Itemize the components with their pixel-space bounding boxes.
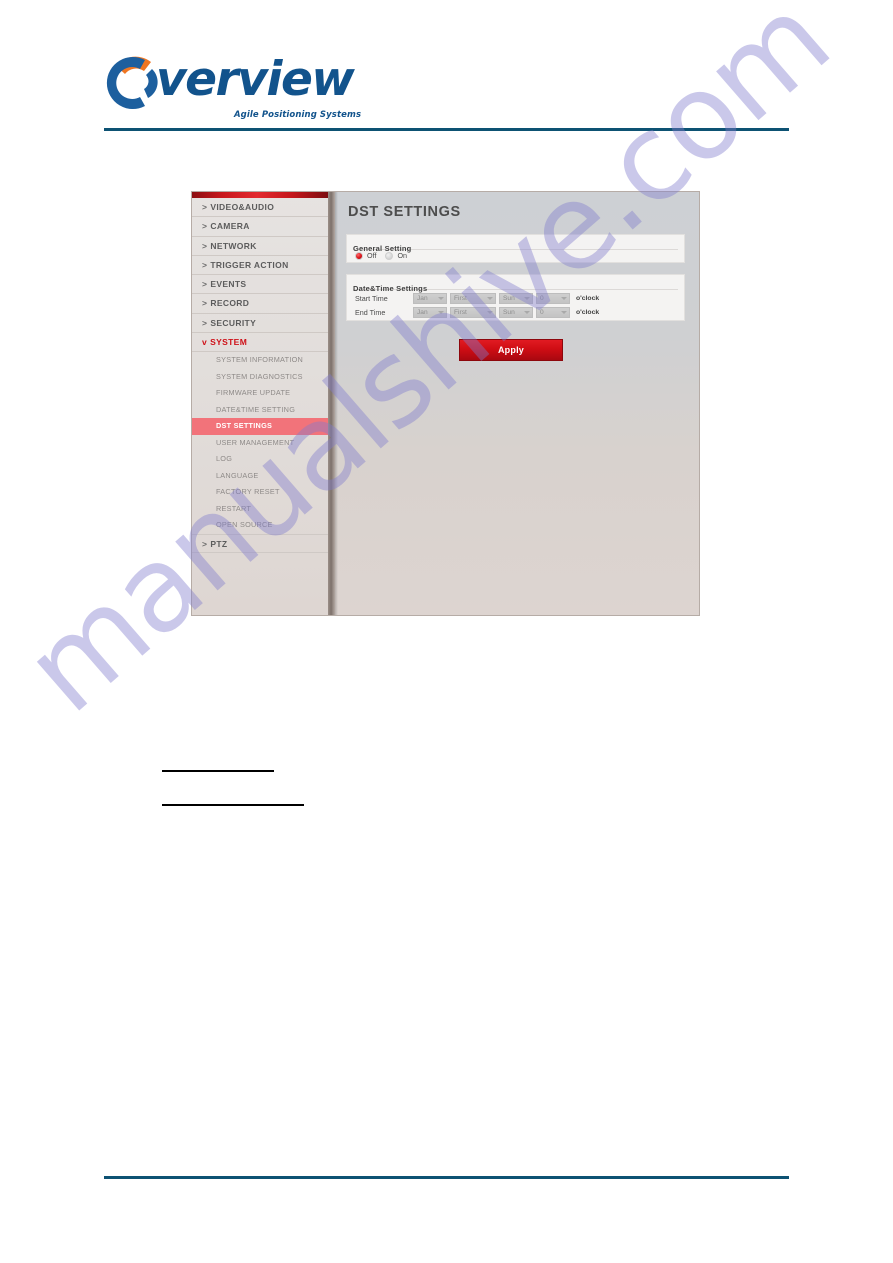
general-setting-header: General Setting xyxy=(353,238,678,253)
brand-tagline: Agile Positioning Systems xyxy=(234,110,362,120)
select-value: First xyxy=(454,294,467,302)
sidebar-item-label: EVENTS xyxy=(210,279,247,290)
end-time-week-select[interactable]: First xyxy=(450,306,496,318)
sidebar-subitem-firmware-update[interactable]: FIRMWARE UPDATE xyxy=(192,385,328,402)
sidebar-subitem-system-diagnostics[interactable]: SYSTEM DIAGNOSTICS xyxy=(192,369,328,386)
chevron-right-icon: > xyxy=(202,240,208,251)
sidebar-item-record[interactable]: > RECORD xyxy=(192,294,328,314)
sidebar-subitem-date-time-setting[interactable]: DATE&TIME SETTING xyxy=(192,402,328,419)
radio-unselected-icon xyxy=(385,251,394,260)
sidebar-item-security[interactable]: > SECURITY xyxy=(192,314,328,334)
sidebar-subitem-dst-settings[interactable]: DST SETTINGS xyxy=(192,418,328,435)
chevron-right-icon: > xyxy=(202,298,208,309)
sidebar-item-camera[interactable]: > CAMERA xyxy=(192,217,328,237)
dst-on-label: On xyxy=(397,251,408,260)
start-time-month-select[interactable]: Jan xyxy=(413,292,447,304)
chevron-down-icon xyxy=(561,297,567,300)
sidebar-subitem-log[interactable]: LOG xyxy=(192,451,328,468)
page-header: verview Agile Positioning Systems xyxy=(0,0,893,132)
sidebar-menu: > VIDEO&AUDIO > CAMERA > NETWORK > TRIGGER A… xyxy=(192,198,328,554)
chevron-right-icon: > xyxy=(202,202,208,212)
apply-button[interactable]: Apply xyxy=(459,339,563,361)
chevron-down-icon xyxy=(487,297,493,300)
sidebar-item-label: PTZ xyxy=(210,538,228,549)
select-value: Jan xyxy=(417,308,428,316)
end-time-month-select[interactable]: Jan xyxy=(413,306,447,318)
chevron-right-icon: > xyxy=(202,259,208,270)
sidebar-subitem-system-information[interactable]: SYSTEM INFORMATION xyxy=(192,352,328,369)
sidebar-divider xyxy=(328,192,335,615)
sidebar-item-network[interactable]: > NETWORK xyxy=(192,237,328,256)
general-setting-card: General Setting Off On xyxy=(346,234,685,263)
chevron-right-icon: > xyxy=(202,538,208,549)
sidebar-item-label: SECURITY xyxy=(210,317,257,328)
select-value: First xyxy=(454,308,467,316)
brand-wordmark: verview xyxy=(156,52,355,107)
sidebar-item-video-audio[interactable]: > VIDEO&AUDIO xyxy=(192,198,328,218)
chevron-right-icon: > xyxy=(202,279,208,290)
select-value: 0 xyxy=(540,308,544,316)
start-time-suffix: o'clock xyxy=(576,294,600,302)
sidebar-item-events[interactable]: > EVENTS xyxy=(192,275,328,295)
datetime-settings-header: Date&Time Settings xyxy=(353,278,678,293)
sidebar-item-label: VIDEO&AUDIO xyxy=(210,202,275,212)
end-time-day-select[interactable]: Sun xyxy=(499,306,533,318)
chevron-down-icon xyxy=(438,297,444,300)
sidebar-item-ptz[interactable]: > PTZ xyxy=(192,533,328,554)
radio-selected-icon xyxy=(355,251,363,260)
start-time-day-select[interactable]: Sun xyxy=(499,292,533,304)
end-time-label: End Time xyxy=(355,307,386,317)
end-time-suffix: o'clock xyxy=(576,308,600,316)
sidebar-item-label: SYSTEM xyxy=(210,337,248,348)
chevron-right-icon: > xyxy=(202,317,208,328)
brand-logo: verview Agile Positioning Systems xyxy=(104,52,364,124)
sidebar-item-label: RECORD xyxy=(210,298,250,309)
sidebar-subitem-factory-reset[interactable]: FACTORY RESET xyxy=(192,484,328,501)
end-time-row: End Time Jan First Sun 0 o'clock xyxy=(355,306,599,318)
end-time-hour-select[interactable]: 0 xyxy=(536,306,570,318)
header-rule xyxy=(104,128,789,131)
chevron-down-icon xyxy=(487,311,493,314)
redacted-line xyxy=(162,770,274,772)
dst-enable-radio-group: Off On xyxy=(355,251,407,260)
start-time-label: Start Time xyxy=(355,293,388,303)
document-page: verview Agile Positioning Systems > VIDEO… xyxy=(0,0,893,1263)
select-value: Sun xyxy=(503,294,515,302)
chevron-down-icon xyxy=(524,297,530,300)
start-time-hour-select[interactable]: 0 xyxy=(536,292,570,304)
chevron-down-icon: v xyxy=(202,337,208,348)
sidebar-subitem-restart[interactable]: RESTART xyxy=(192,501,328,518)
sidebar-subitem-language[interactable]: LANGUAGE xyxy=(192,468,328,485)
datetime-settings-card: Date&Time Settings Start Time Jan First … xyxy=(346,274,685,321)
start-time-week-select[interactable]: First xyxy=(450,292,496,304)
start-time-row: Start Time Jan First Sun 0 o'clock xyxy=(355,292,599,304)
device-web-ui-screenshot: > VIDEO&AUDIO > CAMERA > NETWORK > TRIGGER A… xyxy=(191,191,700,616)
chevron-down-icon xyxy=(561,311,567,314)
dst-off-radio[interactable]: Off xyxy=(355,251,376,260)
sidebar: > VIDEO&AUDIO > CAMERA > NETWORK > TRIGGER A… xyxy=(192,192,335,615)
chevron-right-icon: > xyxy=(202,221,208,232)
footer-rule xyxy=(104,1176,789,1179)
sidebar-subitem-user-management[interactable]: USER MANAGEMENT xyxy=(192,435,328,452)
select-value: Jan xyxy=(417,294,428,302)
page-title: DST SETTINGS xyxy=(348,204,461,220)
sidebar-item-system[interactable]: v SYSTEM xyxy=(192,333,328,353)
sidebar-item-label: CAMERA xyxy=(210,221,250,232)
sidebar-item-label: TRIGGER ACTION xyxy=(210,259,289,270)
chevron-down-icon xyxy=(524,311,530,314)
sidebar-subitem-open-source[interactable]: OPEN SOURCE xyxy=(192,517,328,534)
chevron-down-icon xyxy=(438,311,444,314)
redacted-line xyxy=(162,804,304,806)
panel-edge-shadow xyxy=(335,192,338,615)
dst-off-label: Off xyxy=(367,251,377,260)
content-panel: DST SETTINGS General Setting Off On Date… xyxy=(335,192,699,615)
select-value: Sun xyxy=(503,308,515,316)
sidebar-item-label: NETWORK xyxy=(210,240,257,251)
dst-on-radio[interactable]: On xyxy=(385,251,407,260)
select-value: 0 xyxy=(540,294,544,302)
sidebar-item-trigger-action[interactable]: > TRIGGER ACTION xyxy=(192,256,328,276)
